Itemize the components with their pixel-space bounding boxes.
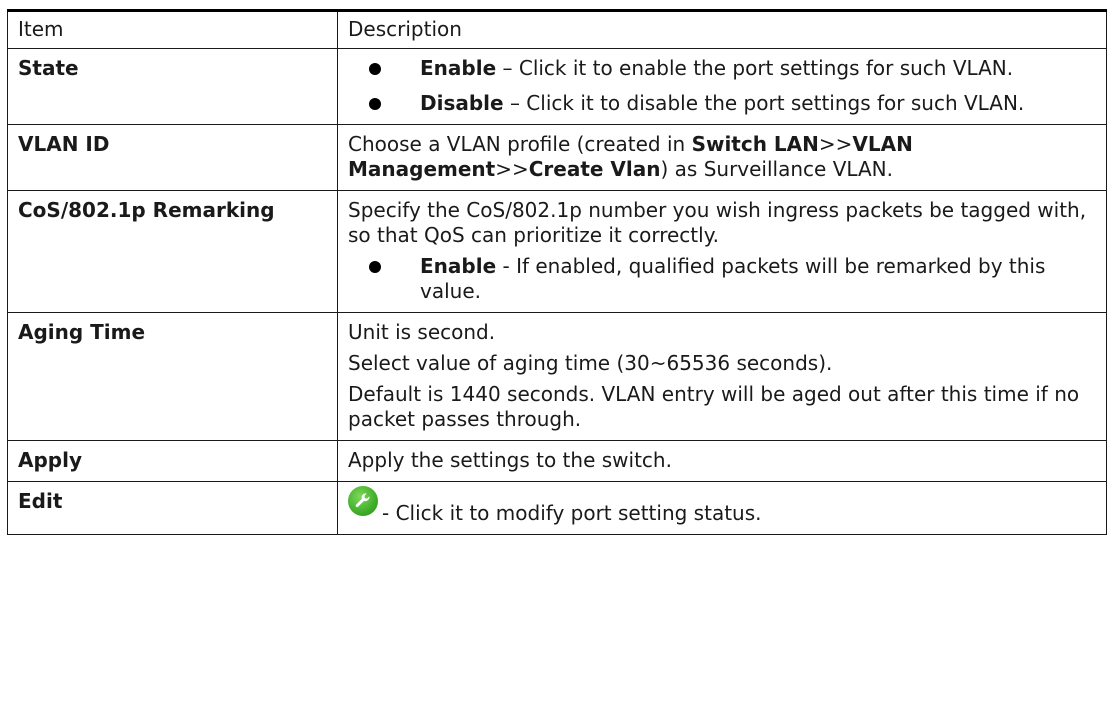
header-description: Description: [337, 10, 1107, 49]
vlan-sep-2: >>: [495, 157, 529, 181]
edit-text: - Click it to modify port setting status…: [382, 501, 762, 525]
vlan-text-1: Choose a VLAN profile (created in: [348, 132, 692, 156]
aging-line-3: Default is 1440 seconds. VLAN entry will…: [348, 382, 1080, 431]
vlan-path-create-vlan: Create Vlan: [528, 157, 661, 181]
aging-line-1: Unit is second.: [348, 320, 496, 344]
vlan-sep-1: >>: [818, 132, 853, 156]
text-enable: – Click it to enable the port settings f…: [496, 56, 1014, 80]
item-edit: Edit: [7, 481, 338, 535]
cos-text: Specify the CoS/802.1p number you wish i…: [348, 198, 1087, 247]
bullet-cos-enable: Enable - If enabled, qualified packets w…: [348, 254, 1096, 304]
bullet-disable: Disable – Click it to disable the port s…: [348, 91, 1096, 116]
table-row-apply: Apply Apply the settings to the switch.: [7, 440, 1107, 482]
bullet-dot-icon: [369, 63, 381, 75]
term-enable: Enable: [420, 56, 497, 80]
table-header-row: Item Description: [7, 10, 1107, 49]
bullet-dot-icon: [369, 261, 381, 273]
description-state: Enable – Click it to enable the port set…: [337, 48, 1107, 125]
text-cos-enable: - If enabled, qualified packets will be …: [420, 254, 1046, 303]
vlan-text-2: ) as Surveillance VLAN.: [660, 157, 893, 181]
bullet-dot-icon: [369, 98, 381, 110]
wrench-icon: [348, 486, 378, 516]
description-cos: Specify the CoS/802.1p number you wish i…: [337, 190, 1107, 313]
item-cos: CoS/802.1p Remarking: [7, 190, 338, 313]
description-table: Item Description State Enable – Click it…: [7, 9, 1107, 535]
table-row-cos: CoS/802.1p Remarking Specify the CoS/802…: [7, 190, 1107, 313]
table-row-edit: Edit - Click it to modify port setting s…: [7, 481, 1107, 535]
term-cos-enable: Enable: [420, 254, 497, 278]
header-item: Item: [7, 10, 338, 49]
description-apply: Apply the settings to the switch.: [337, 440, 1107, 482]
item-state: State: [7, 48, 338, 125]
bullet-enable: Enable – Click it to enable the port set…: [348, 56, 1096, 81]
table-row-aging-time: Aging Time Unit is second. Select value …: [7, 312, 1107, 441]
description-aging-time: Unit is second. Select value of aging ti…: [337, 312, 1107, 441]
term-disable: Disable: [420, 91, 504, 115]
aging-line-2: Select value of aging time (30~65536 sec…: [348, 351, 833, 375]
description-vlan-id: Choose a VLAN profile (created in Switch…: [337, 124, 1107, 191]
description-edit: - Click it to modify port setting status…: [337, 481, 1107, 535]
item-aging-time: Aging Time: [7, 312, 338, 441]
vlan-path-switch-lan: Switch LAN: [691, 132, 819, 156]
table-row-vlan-id: VLAN ID Choose a VLAN profile (created i…: [7, 124, 1107, 191]
item-vlan-id: VLAN ID: [7, 124, 338, 191]
table-row-state: State Enable – Click it to enable the po…: [7, 48, 1107, 125]
text-disable: – Click it to disable the port settings …: [503, 91, 1025, 115]
item-apply: Apply: [7, 440, 338, 482]
